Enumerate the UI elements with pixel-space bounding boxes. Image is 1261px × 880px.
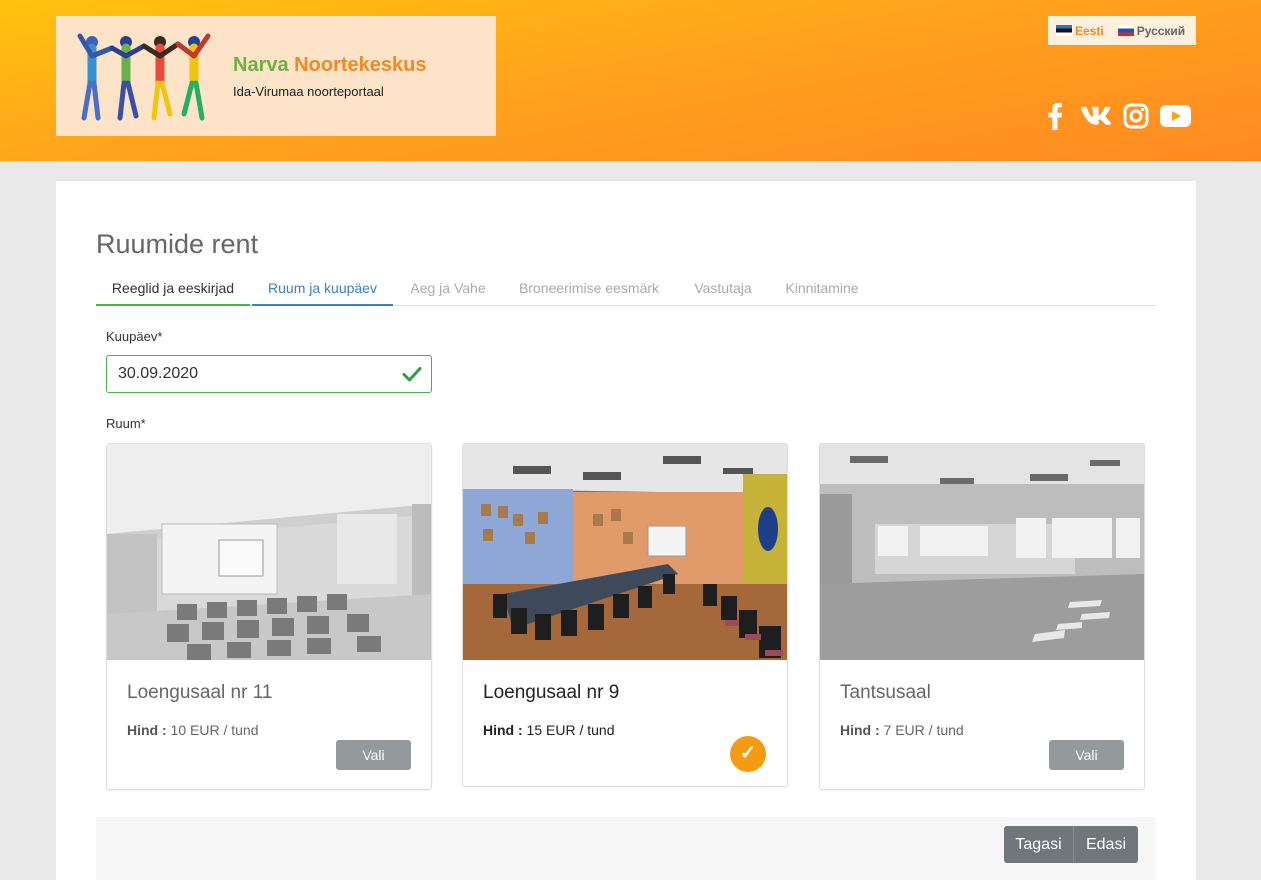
tab-confirmation[interactable]: Kinnitamine (776, 273, 868, 306)
room-price: Hind : 10 EUR / tund (127, 722, 259, 738)
language-option-russian[interactable]: Русский (1117, 24, 1185, 38)
room-label: Ruum* (106, 416, 146, 431)
room-card[interactable]: Loengusaal nr 11 Hind : 10 EUR / tund Va… (106, 443, 432, 790)
form-footer (96, 817, 1156, 880)
next-button[interactable]: Edasi (1074, 826, 1138, 863)
valid-check-icon (402, 367, 422, 382)
russian-flag-icon (1117, 25, 1134, 36)
room-photo (820, 444, 1144, 660)
language-option-estonian[interactable]: Eesti (1056, 24, 1104, 38)
tab-room-and-date[interactable]: Ruum ja kuupäev (252, 273, 393, 306)
room-photo (107, 444, 431, 660)
site-header: Narva Noortekeskus Ida-Virumaa noortepor… (0, 0, 1261, 161)
tab-rules[interactable]: Reeglid ja eeskirjad (96, 273, 250, 306)
date-label: Kuupäev* (106, 329, 163, 344)
room-name: Tantsusaal (840, 682, 931, 703)
youtube-icon[interactable] (1159, 100, 1192, 132)
room-price: Hind : 15 EUR / tund (483, 722, 615, 738)
facebook-icon[interactable] (1044, 100, 1066, 132)
brand-name: Narva Noortekeskus (233, 54, 427, 76)
date-input[interactable] (106, 355, 432, 393)
site-logo[interactable]: Narva Noortekeskus Ida-Virumaa noortepor… (56, 16, 496, 136)
room-name: Loengusaal nr 11 (127, 682, 273, 703)
vk-icon[interactable] (1080, 100, 1112, 132)
language-switcher: Eesti Русский (1048, 16, 1196, 45)
navigation-buttons: Tagasi Edasi (1004, 826, 1138, 863)
room-card[interactable]: Tantsusaal Hind : 7 EUR / tund Vali (819, 443, 1145, 790)
select-room-button[interactable]: Vali (1049, 740, 1124, 770)
tab-responsible[interactable]: Vastutaja (684, 273, 762, 306)
room-card-selected[interactable]: Loengusaal nr 9 Hind : 15 EUR / tund ✓ (462, 443, 788, 787)
main-panel: Ruumide rent Reeglid ja eeskirjad Ruum j… (56, 181, 1196, 880)
estonian-flag-icon (1056, 25, 1072, 36)
tab-time[interactable]: Aeg ja Vahe (401, 273, 495, 306)
room-name: Loengusaal nr 9 (483, 682, 620, 703)
room-photo (463, 444, 787, 660)
select-room-button[interactable]: Vali (336, 740, 411, 770)
room-price: Hind : 7 EUR / tund (840, 722, 964, 738)
tab-purpose[interactable]: Broneerimise eesmärk (510, 273, 668, 306)
selected-check-icon: ✓ (730, 736, 766, 772)
wizard-steps: Reeglid ja eeskirjad Ruum ja kuupäev Aeg… (96, 273, 1156, 306)
instagram-icon[interactable] (1122, 100, 1150, 132)
page-title: Ruumide rent (96, 229, 259, 259)
brand-tagline: Ida-Virumaa noorteportaal (233, 84, 384, 99)
dancing-people-logo-icon (77, 33, 211, 121)
back-button[interactable]: Tagasi (1004, 826, 1074, 863)
